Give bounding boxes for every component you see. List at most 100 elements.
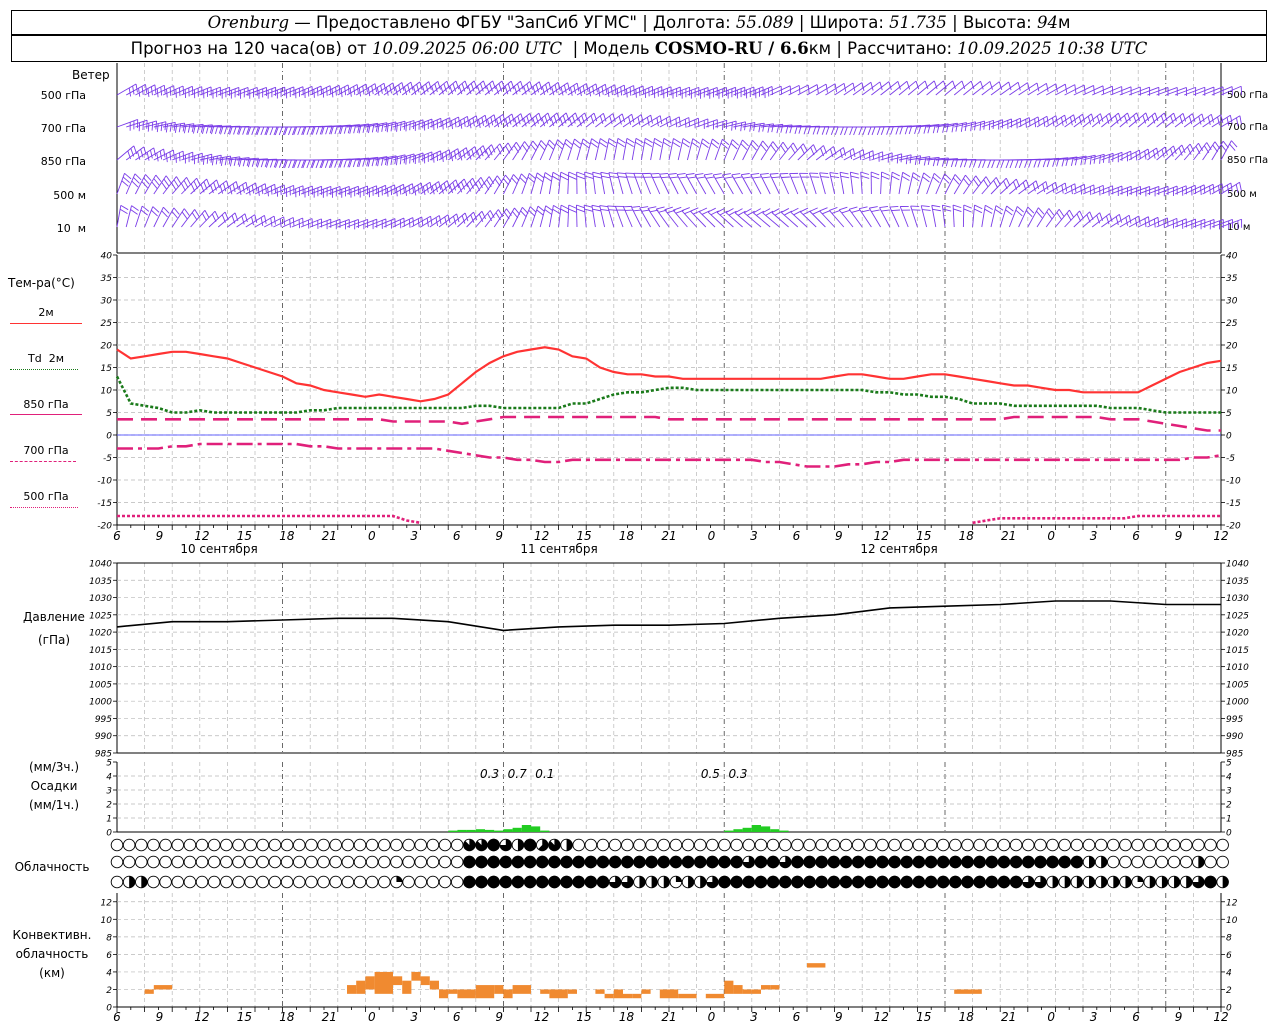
x-hour-label-bottom: 18 xyxy=(959,1010,975,1024)
cloud-symbol xyxy=(681,875,695,889)
cloud-circle xyxy=(353,855,367,869)
wind-barb-flag xyxy=(431,185,435,195)
wind-barb-flag xyxy=(829,206,838,211)
wind-barb-flag xyxy=(672,141,681,148)
wind-barb xyxy=(227,87,249,96)
y-tick-label-left: 3 xyxy=(106,787,112,797)
y-tick-label-left: 25 xyxy=(101,319,113,329)
wind-barb xyxy=(592,172,596,195)
cloud-symbol xyxy=(414,838,428,852)
wind-barb-flag xyxy=(600,171,610,175)
cloud-symbol xyxy=(548,875,561,889)
cloud-fill-full xyxy=(766,875,780,889)
cloud-symbol xyxy=(1070,838,1084,852)
cloud-symbol xyxy=(791,838,804,852)
wind-barb xyxy=(310,186,332,195)
meteogram-plot: 500 гПа700 гПа850 гПа500 м10 м-20 -20-15-… xyxy=(89,63,1268,1024)
wind-barb-flag xyxy=(881,209,890,212)
wind-barb-flag xyxy=(985,176,991,185)
wind-barb-flag xyxy=(995,205,1004,211)
cloud-fill-part xyxy=(566,839,573,851)
cloud-symbol xyxy=(1107,838,1120,852)
wind-barb-flag xyxy=(584,208,593,212)
wind-barb-flag xyxy=(616,141,625,148)
wind-barb-flag xyxy=(165,175,172,184)
cloud-circle xyxy=(402,838,415,852)
cloud-circle xyxy=(1167,838,1181,852)
wind-barb-flag xyxy=(376,87,380,96)
cloud-symbol xyxy=(122,855,136,869)
cloud-fill-full xyxy=(791,855,804,869)
cloud-symbol xyxy=(1179,838,1193,852)
cloud-fill-full xyxy=(997,875,1011,889)
wind-barb-flag xyxy=(503,178,510,186)
wind-barb-flag xyxy=(716,207,725,213)
cloud-fill-part xyxy=(700,876,706,888)
wind-barb xyxy=(819,172,826,195)
cloud-symbol xyxy=(1094,855,1108,869)
cloud-fill-full xyxy=(876,855,889,869)
cloud-symbol xyxy=(1143,838,1156,852)
y-tick-label-left: -5 xyxy=(103,454,112,464)
wind-barb-flag xyxy=(609,175,619,179)
conv-cloud-bar xyxy=(567,989,577,994)
wind-barb-flag xyxy=(536,209,544,216)
wind-barb-flag xyxy=(890,126,894,135)
wind-barb-flag xyxy=(668,172,677,175)
cloud-symbol xyxy=(839,875,853,889)
y-tick-label-left: 0 xyxy=(106,432,112,442)
y-tick-label-left: 30 xyxy=(101,297,113,307)
wind-barb-flag xyxy=(825,126,830,135)
wind-barb-flag xyxy=(573,85,577,94)
wind-barb xyxy=(1128,186,1150,195)
cloud-circle xyxy=(438,838,452,852)
wind-barb xyxy=(607,205,615,228)
wind-barb-flag xyxy=(1099,155,1101,164)
cloud-symbol xyxy=(365,875,379,889)
wind-barb xyxy=(779,84,800,96)
wind-barb-flag xyxy=(725,208,734,213)
wind-barb-flag xyxy=(537,205,545,212)
wind-barb xyxy=(502,174,514,195)
wind-barb-flag xyxy=(147,123,150,132)
cloud-fill-full xyxy=(560,875,573,889)
cloud-circle xyxy=(791,838,804,852)
cloud-circle xyxy=(353,875,367,889)
x-hour-label: 0 xyxy=(708,529,716,543)
wind-barb xyxy=(300,185,322,195)
cloud-symbol xyxy=(876,855,889,869)
wind-barb-flag xyxy=(119,208,128,214)
cloud-fill-full xyxy=(1009,875,1023,889)
cloud-symbol xyxy=(997,855,1011,869)
wind-level-right-label: 850 гПа xyxy=(1227,155,1268,166)
cloud-symbol xyxy=(693,855,707,869)
y-tick-label-left: 0 xyxy=(106,1004,112,1014)
wind-barb-flag xyxy=(707,207,716,213)
cloud-symbol xyxy=(256,855,270,869)
wind-barb-flag xyxy=(792,142,798,151)
cloud-symbol xyxy=(511,875,525,889)
cloud-circle xyxy=(329,855,342,869)
cloud-symbol xyxy=(463,838,476,852)
wind-barb-flag xyxy=(931,204,941,208)
wind-barb-flag xyxy=(1005,159,1010,169)
conv-cloud-bar xyxy=(549,989,568,999)
cloud-symbol xyxy=(195,875,209,889)
cloud-circle xyxy=(378,875,391,889)
cloud-symbol xyxy=(256,838,270,852)
cloud-fill-part xyxy=(1113,876,1120,888)
cloud-circle xyxy=(961,838,974,852)
wind-barb-flag xyxy=(288,126,292,136)
cloud-circle xyxy=(147,855,160,869)
cloud-fill-part xyxy=(675,876,682,882)
cloud-fill-full xyxy=(584,855,598,869)
cloud-symbol xyxy=(122,838,136,852)
x-hour-label-bottom: 15 xyxy=(916,1010,931,1024)
wind-barb-flag xyxy=(150,149,153,159)
wind-barb-flag xyxy=(851,209,860,213)
x-hour-label: 15 xyxy=(576,529,591,543)
wind-barb-flag xyxy=(567,82,571,92)
x-hour-label-bottom: 6 xyxy=(793,1010,801,1024)
cloud-symbol xyxy=(244,838,257,852)
wind-barb-flag xyxy=(183,180,189,189)
